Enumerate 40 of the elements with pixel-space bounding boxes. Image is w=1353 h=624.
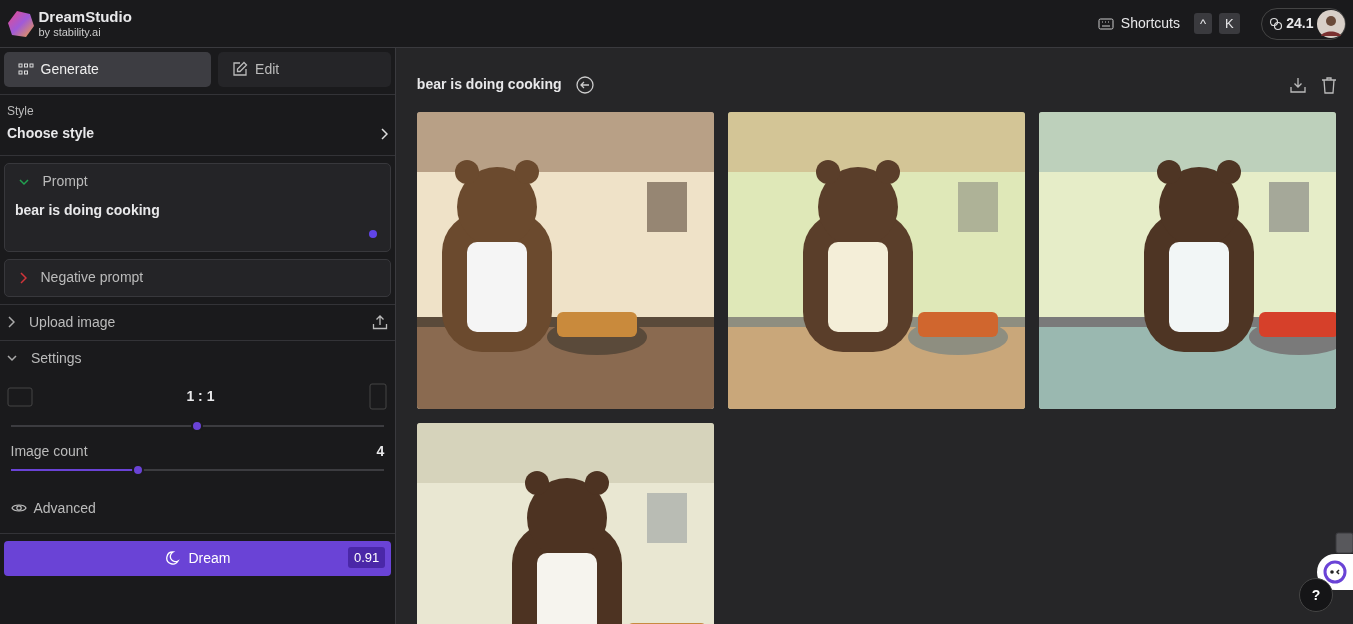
key-cap: K	[1219, 12, 1240, 35]
brand-name: DreamStudio	[38, 9, 132, 24]
moon-icon	[164, 549, 181, 566]
gallery-title: bear is doing cooking	[416, 75, 562, 94]
image-count-value: 4	[376, 441, 385, 461]
coins-icon	[1268, 16, 1283, 31]
shortcuts-link[interactable]: Shortcuts	[1120, 13, 1180, 34]
style-selector[interactable]: Choose style	[7, 123, 95, 144]
keyboard-icon[interactable]	[1097, 17, 1114, 30]
chevron-icon[interactable]	[379, 127, 388, 140]
avatar[interactable]	[1317, 9, 1345, 38]
panel-title[interactable]: Settings	[31, 347, 388, 369]
credits-value: 24.1	[1286, 14, 1314, 33]
section-title[interactable]: Prompt	[42, 171, 88, 192]
prompt-field[interactable]: bear is doing cooking	[11, 199, 370, 244]
section-title[interactable]: Negative prompt	[40, 267, 144, 288]
mode-tab[interactable]: Edit	[218, 51, 392, 87]
style-label: Style	[7, 102, 35, 120]
brand-byline: by stability.ai	[38, 27, 102, 38]
chevron-icon[interactable]	[7, 316, 15, 328]
mode-tab[interactable]: Generate	[3, 51, 212, 87]
panel-title[interactable]: Upload image	[29, 311, 358, 333]
grid-icon	[17, 63, 34, 75]
status-dot	[369, 229, 378, 238]
advanced-toggle[interactable]: Advanced	[33, 497, 96, 519]
download-icon[interactable]	[1289, 75, 1307, 94]
logo-icon[interactable]	[7, 9, 35, 38]
image-count-label: Image count	[10, 441, 88, 461]
cost-badge: 0.91	[348, 546, 386, 568]
help-button[interactable]: ?	[1299, 578, 1333, 612]
dream-button[interactable]: Dream 0.91	[3, 540, 392, 576]
eye-icon[interactable]	[10, 502, 27, 514]
chevron-icon[interactable]	[7, 354, 17, 362]
aspect-ratio-value: 1 : 1	[186, 387, 215, 406]
key-cap: ^	[1193, 12, 1213, 35]
upload-icon[interactable]	[371, 314, 388, 330]
assistant-bubble[interactable]	[1317, 554, 1353, 590]
robot-face-icon	[1323, 560, 1347, 584]
edit-icon	[232, 61, 249, 77]
trash-icon[interactable]	[1321, 75, 1337, 94]
